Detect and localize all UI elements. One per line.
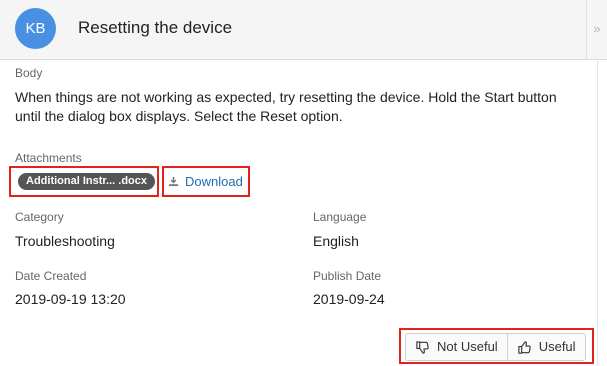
- attachment-highlight: [9, 166, 159, 197]
- panel-right-border: [597, 59, 598, 366]
- kb-module-badge: KB: [15, 8, 56, 49]
- body-label: Body: [15, 66, 43, 80]
- download-highlight: [162, 166, 250, 197]
- feedback-highlight: [399, 328, 594, 364]
- header-divider: [586, 0, 587, 59]
- record-header: KB Resetting the device »: [0, 0, 607, 60]
- date-created-label: Date Created: [15, 269, 87, 283]
- body-text: When things are not working as expected,…: [15, 89, 557, 124]
- record-title: Resetting the device: [78, 18, 233, 37]
- publish-date-label: Publish Date: [313, 269, 382, 283]
- attachments-label: Attachments: [15, 151, 82, 165]
- category-label: Category: [15, 210, 64, 224]
- date-created-value: 2019-09-19 13:20: [15, 291, 126, 307]
- language-value: English: [313, 233, 359, 249]
- publish-date-value: 2019-09-24: [313, 291, 385, 307]
- language-label: Language: [313, 210, 367, 224]
- double-chevron-right-icon[interactable]: »: [591, 20, 603, 38]
- category-value: Troubleshooting: [15, 233, 115, 249]
